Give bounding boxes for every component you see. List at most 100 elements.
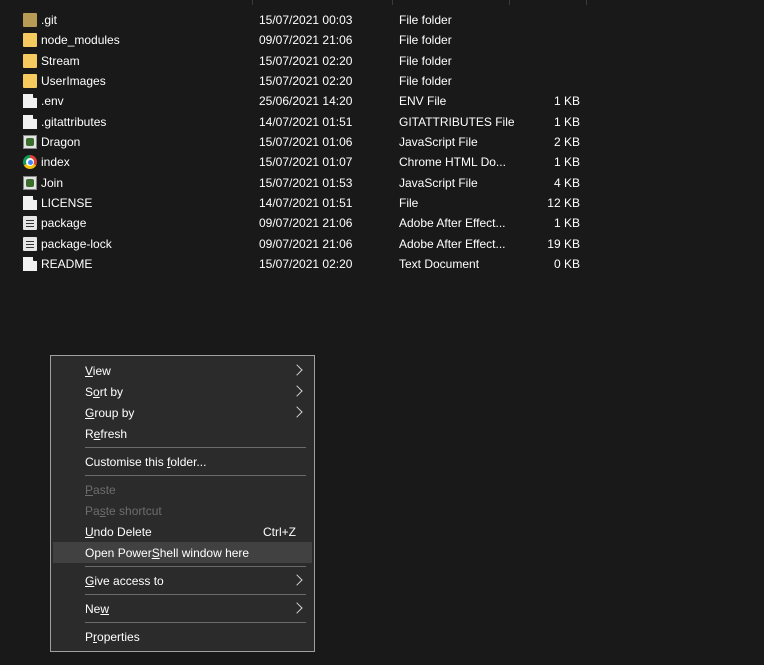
file-date-modified: 15/07/2021 02:20	[259, 257, 353, 272]
text-document-icon	[23, 257, 37, 272]
file-size: 4 KB	[553, 175, 580, 190]
file-row[interactable]: .env 25/06/2021 14:20 ENV File 1 KB	[0, 91, 764, 111]
file-size: 1 KB	[553, 114, 580, 129]
file-name: .gitattributes	[41, 114, 107, 129]
menu-item-refresh[interactable]: Refresh	[53, 423, 312, 444]
menu-item-view[interactable]: View	[53, 360, 312, 381]
file-date-modified: 15/07/2021 01:07	[259, 155, 353, 170]
menu-item-shortcut: Ctrl+Z	[263, 525, 296, 539]
file-date-modified: 14/07/2021 01:51	[259, 196, 353, 211]
context-menu: View Sort by Group by Refresh Customise this…	[50, 355, 315, 652]
file-type: File folder	[399, 13, 452, 27]
file-type: File folder	[399, 53, 452, 68]
file-size: 1 KB	[553, 155, 580, 170]
menu-separator	[85, 447, 306, 448]
file-row[interactable]: .git 15/07/2021 00:03 File folder	[0, 10, 764, 30]
menu-item-new[interactable]: New	[53, 598, 312, 619]
menu-item-paste[interactable]: Paste	[53, 479, 312, 500]
file-date-modified: 15/07/2021 01:06	[259, 135, 353, 150]
file-date-modified: 09/07/2021 21:06	[259, 33, 353, 48]
folder-icon	[23, 74, 37, 89]
javascript-file-icon	[23, 175, 37, 190]
file-size: 0 KB	[553, 257, 580, 272]
menu-item-sort-by[interactable]: Sort by	[53, 381, 312, 402]
file-row[interactable]: package 09/07/2021 21:06 Adobe After Effec…	[0, 213, 764, 233]
after-effects-file-icon	[23, 216, 37, 231]
file-row[interactable]: LICENSE 14/07/2021 01:51 File 12 KB	[0, 193, 764, 213]
file-size: 1 KB	[553, 216, 580, 231]
menu-item-label: Group by	[85, 406, 135, 420]
folder-icon	[23, 53, 37, 68]
menu-item-label: New	[85, 602, 110, 616]
file-row[interactable]: Join 15/07/2021 01:53 JavaScript File 4 KB	[0, 173, 764, 193]
file-date-modified: 15/07/2021 00:03	[259, 13, 353, 27]
file-size: 1 KB	[553, 94, 580, 109]
file-icon	[23, 196, 37, 211]
menu-item-give-access[interactable]: Give access to	[53, 570, 312, 591]
file-row[interactable]: .gitattributes 14/07/2021 01:51 GITATTRIBU…	[0, 112, 764, 132]
file-name: Dragon	[41, 135, 81, 150]
chevron-right-icon	[291, 385, 303, 397]
file-name: node_modules	[41, 33, 120, 48]
file-name: README	[41, 257, 93, 272]
file-size: 12 KB	[547, 196, 580, 211]
file-date-modified: 09/07/2021 21:06	[259, 216, 353, 231]
menu-separator	[85, 566, 306, 567]
menu-item-label: Paste shortcut	[85, 504, 162, 518]
file-name: index	[41, 155, 70, 170]
file-type: File	[399, 196, 419, 211]
file-type: Text Document	[399, 257, 480, 272]
file-icon	[23, 94, 37, 109]
menu-item-properties[interactable]: Properties	[53, 626, 312, 647]
menu-item-label: Sort by	[85, 385, 124, 399]
file-name: .git	[41, 13, 58, 27]
file-row[interactable]: node_modules 09/07/2021 21:06 File folder	[0, 30, 764, 50]
file-name: LICENSE	[41, 196, 93, 211]
file-date-modified: 25/06/2021 14:20	[259, 94, 353, 109]
menu-item-label: Give access to	[85, 574, 164, 588]
menu-item-label: Customise this folder...	[85, 455, 207, 469]
file-date-modified: 15/07/2021 02:20	[259, 53, 353, 68]
menu-item-open-powershell[interactable]: Open PowerShell window here	[53, 542, 312, 563]
file-row[interactable]: index 15/07/2021 01:07 Chrome HTML Do... 1 …	[0, 152, 764, 172]
file-type: File folder	[399, 74, 452, 89]
file-icon	[23, 114, 37, 129]
menu-item-undo-delete[interactable]: Undo Delete Ctrl+Z	[53, 521, 312, 542]
chevron-right-icon	[291, 574, 303, 586]
menu-item-label: Open PowerShell window here	[85, 546, 250, 560]
file-row[interactable]: Dragon 15/07/2021 01:06 JavaScript File 2 K…	[0, 132, 764, 152]
file-row[interactable]: package-lock 09/07/2021 21:06 Adobe After …	[0, 234, 764, 254]
menu-item-group-by[interactable]: Group by	[53, 402, 312, 423]
file-type: Adobe After Effect...	[399, 216, 506, 231]
file-name: package-lock	[41, 236, 112, 251]
file-size: 2 KB	[553, 135, 580, 150]
file-type: JavaScript File	[399, 135, 478, 150]
file-name: Join	[41, 175, 64, 190]
chevron-right-icon	[291, 602, 303, 614]
file-date-modified: 09/07/2021 21:06	[259, 236, 353, 251]
menu-item-label: Properties	[85, 630, 140, 644]
file-type: JavaScript File	[399, 175, 478, 190]
file-size: 19 KB	[547, 236, 580, 251]
folder-icon	[23, 33, 37, 48]
column-divider[interactable]	[392, 0, 393, 5]
file-name: .env	[41, 94, 64, 109]
column-divider[interactable]	[252, 0, 253, 5]
file-name: UserImages	[41, 74, 106, 89]
file-type: File folder	[399, 33, 452, 48]
chevron-right-icon	[291, 364, 303, 376]
file-type: Adobe After Effect...	[399, 236, 506, 251]
file-row[interactable]: UserImages 15/07/2021 02:20 File folder	[0, 71, 764, 91]
menu-item-paste-shortcut[interactable]: Paste shortcut	[53, 500, 312, 521]
file-row[interactable]: Stream 15/07/2021 02:20 File folder	[0, 51, 764, 71]
menu-item-customise-folder[interactable]: Customise this folder...	[53, 451, 312, 472]
chrome-icon	[23, 155, 37, 170]
file-date-modified: 15/07/2021 01:53	[259, 175, 353, 190]
file-row[interactable]: README 15/07/2021 02:20 Text Document 0 KB	[0, 254, 764, 274]
javascript-file-icon	[23, 135, 37, 150]
file-name: Stream	[41, 53, 80, 68]
column-divider[interactable]	[509, 0, 510, 5]
column-divider[interactable]	[586, 0, 587, 5]
file-type: ENV File	[399, 94, 447, 109]
menu-item-label: Undo Delete	[85, 525, 152, 539]
